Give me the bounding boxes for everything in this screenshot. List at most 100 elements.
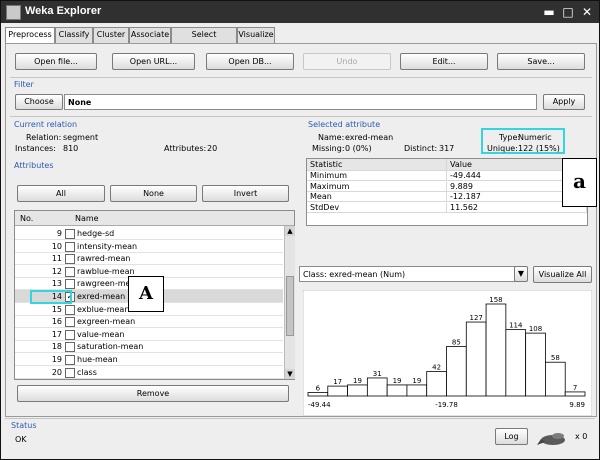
attribute-row-no: 11 (51, 254, 62, 264)
tab-visualize[interactable]: Visualize (237, 27, 275, 43)
sel-unique-label: Unique: (487, 144, 518, 153)
class-select-value: Class: exred-mean (Num) (303, 270, 406, 279)
filter-section-title: Filter (14, 80, 34, 89)
row14-highlight (30, 290, 72, 304)
preprocess-panel: Open file... Open URL... Open DB... Undo… (5, 43, 597, 417)
open-url-button[interactable]: Open URL... (112, 53, 195, 70)
status-text: OK (15, 435, 27, 444)
attribute-checkbox[interactable] (65, 279, 75, 290)
attribute-checkbox[interactable] (65, 317, 75, 328)
histogram-bar-label: 114 (509, 322, 523, 330)
histogram-x-tick: -19.78 (435, 401, 458, 409)
visualize-all-button[interactable]: Visualize All (533, 266, 592, 283)
histogram-bar-label: 58 (551, 354, 560, 362)
attribute-row-no: 17 (51, 329, 62, 339)
callout-A: A (128, 276, 164, 312)
apply-button[interactable]: Apply (543, 94, 585, 110)
attribute-checkbox[interactable] (65, 266, 75, 277)
histogram-bar (426, 371, 447, 397)
tab-select-attributes[interactable]: Select attributes (171, 27, 237, 53)
histogram-x-tick: 9.89 (569, 401, 585, 409)
attribute-row-no: 10 (51, 241, 62, 251)
attribute-checkbox[interactable] (65, 329, 75, 340)
attribute-checkbox[interactable] (65, 355, 75, 365)
histogram-bar-label: 19 (393, 377, 402, 385)
attribute-row[interactable]: 19 hue-mean (15, 353, 283, 366)
attributes-count-label: Attributes: (164, 144, 207, 153)
attribute-checkbox[interactable] (65, 241, 75, 252)
histogram-bar (564, 391, 586, 397)
attribute-row-name: rawblue-mean (77, 266, 135, 276)
attribute-row[interactable]: 20 class (15, 366, 283, 379)
attribute-checkbox[interactable] (65, 342, 75, 353)
select-all-button[interactable]: All (17, 185, 105, 202)
selected-attribute-title: Selected attribute (308, 120, 381, 129)
select-none-button[interactable]: None (110, 185, 197, 202)
attributes-section-title: Attributes (14, 161, 54, 170)
histogram-bar-label: 31 (373, 370, 382, 378)
minimize-icon[interactable]: ▬ (543, 6, 555, 18)
attribute-row-no: 18 (51, 342, 62, 352)
tab-associate[interactable]: Associate (129, 27, 171, 43)
histogram-bar-label: 19 (412, 377, 421, 385)
attribute-row-name: saturation-mean (77, 342, 144, 352)
instances-label: Instances: (15, 144, 56, 153)
attribute-row[interactable]: 18 saturation-mean (15, 340, 283, 354)
save-button[interactable]: Save... (497, 53, 585, 70)
attribute-row-no: 9 (56, 229, 62, 238)
tab-preprocess[interactable]: Preprocess (5, 27, 55, 44)
instances-value: 810 (63, 144, 79, 153)
relation-label: Relation: (26, 133, 62, 142)
close-icon[interactable]: ✕ (581, 6, 593, 18)
histogram-bar (525, 332, 546, 397)
attribute-row-no: 19 (51, 355, 62, 364)
sel-unique-value: 122 (15%) (518, 144, 560, 153)
sel-type-value: Numeric (518, 133, 552, 142)
divider (5, 418, 595, 419)
scroll-up-icon[interactable]: ▲ (285, 226, 295, 236)
class-select[interactable]: Class: exred-mean (Num) (299, 266, 527, 282)
histogram-bar (386, 384, 408, 397)
sel-distinct-label: Distinct: (404, 144, 438, 153)
scroll-thumb[interactable] (286, 276, 294, 336)
relation-value: segment (63, 133, 99, 142)
choose-button[interactable]: Choose (15, 94, 63, 110)
divider (10, 116, 592, 117)
histogram-bar (327, 385, 348, 397)
stat-name: Maximum (307, 181, 447, 192)
log-button[interactable]: Log (495, 428, 528, 445)
edit-button[interactable]: Edit... (400, 53, 488, 70)
stat-name: StdDev (307, 202, 447, 213)
attributes-scrollbar[interactable]: ▲ ▼ (284, 226, 295, 379)
histogram-chart: 6 17 19 31 19 19 42 85 127 158 114 108 58 7 -49.44 -19.… (303, 290, 592, 416)
histogram-bar (307, 392, 329, 397)
attribute-row-name: rawred-mean (77, 254, 131, 264)
scroll-down-icon[interactable]: ▼ (285, 369, 295, 379)
tab-cluster[interactable]: Cluster (93, 27, 129, 43)
invert-button[interactable]: Invert (202, 185, 289, 202)
filter-field[interactable]: None (64, 94, 537, 110)
attribute-checkbox[interactable] (65, 304, 75, 315)
tab-classify[interactable]: Classify (55, 27, 93, 43)
attribute-checkbox[interactable] (65, 254, 75, 265)
title-bar[interactable]: Weka Explorer ▬ □ ✕ (1, 1, 599, 23)
chevron-down-icon[interactable]: ▼ (514, 266, 528, 282)
attribute-checkbox[interactable] (65, 367, 75, 378)
histogram-bar-label: 19 (353, 377, 362, 385)
undo-button[interactable]: Undo (303, 53, 391, 70)
open-db-button[interactable]: Open DB... (206, 53, 294, 70)
attribute-row-name: hue-mean (77, 355, 118, 364)
attribute-row[interactable]: 10 intensity-mean (15, 240, 283, 253)
divider (10, 77, 592, 78)
attribute-row[interactable]: 17 value-mean (15, 328, 283, 341)
sel-name-value: exred-mean (345, 133, 394, 142)
histogram-x-tick: -49.44 (308, 401, 331, 409)
attribute-row[interactable]: 9 hedge-sd (15, 227, 283, 240)
maximize-icon[interactable]: □ (562, 6, 574, 18)
attribute-checkbox[interactable] (65, 229, 75, 239)
attribute-row-name: intensity-mean (77, 241, 138, 251)
open-file-button[interactable]: Open file... (15, 53, 97, 70)
attribute-row[interactable]: 11 rawred-mean (15, 252, 283, 266)
remove-button[interactable]: Remove (17, 385, 289, 402)
attribute-row[interactable]: 16 exgreen-mean (15, 315, 283, 329)
